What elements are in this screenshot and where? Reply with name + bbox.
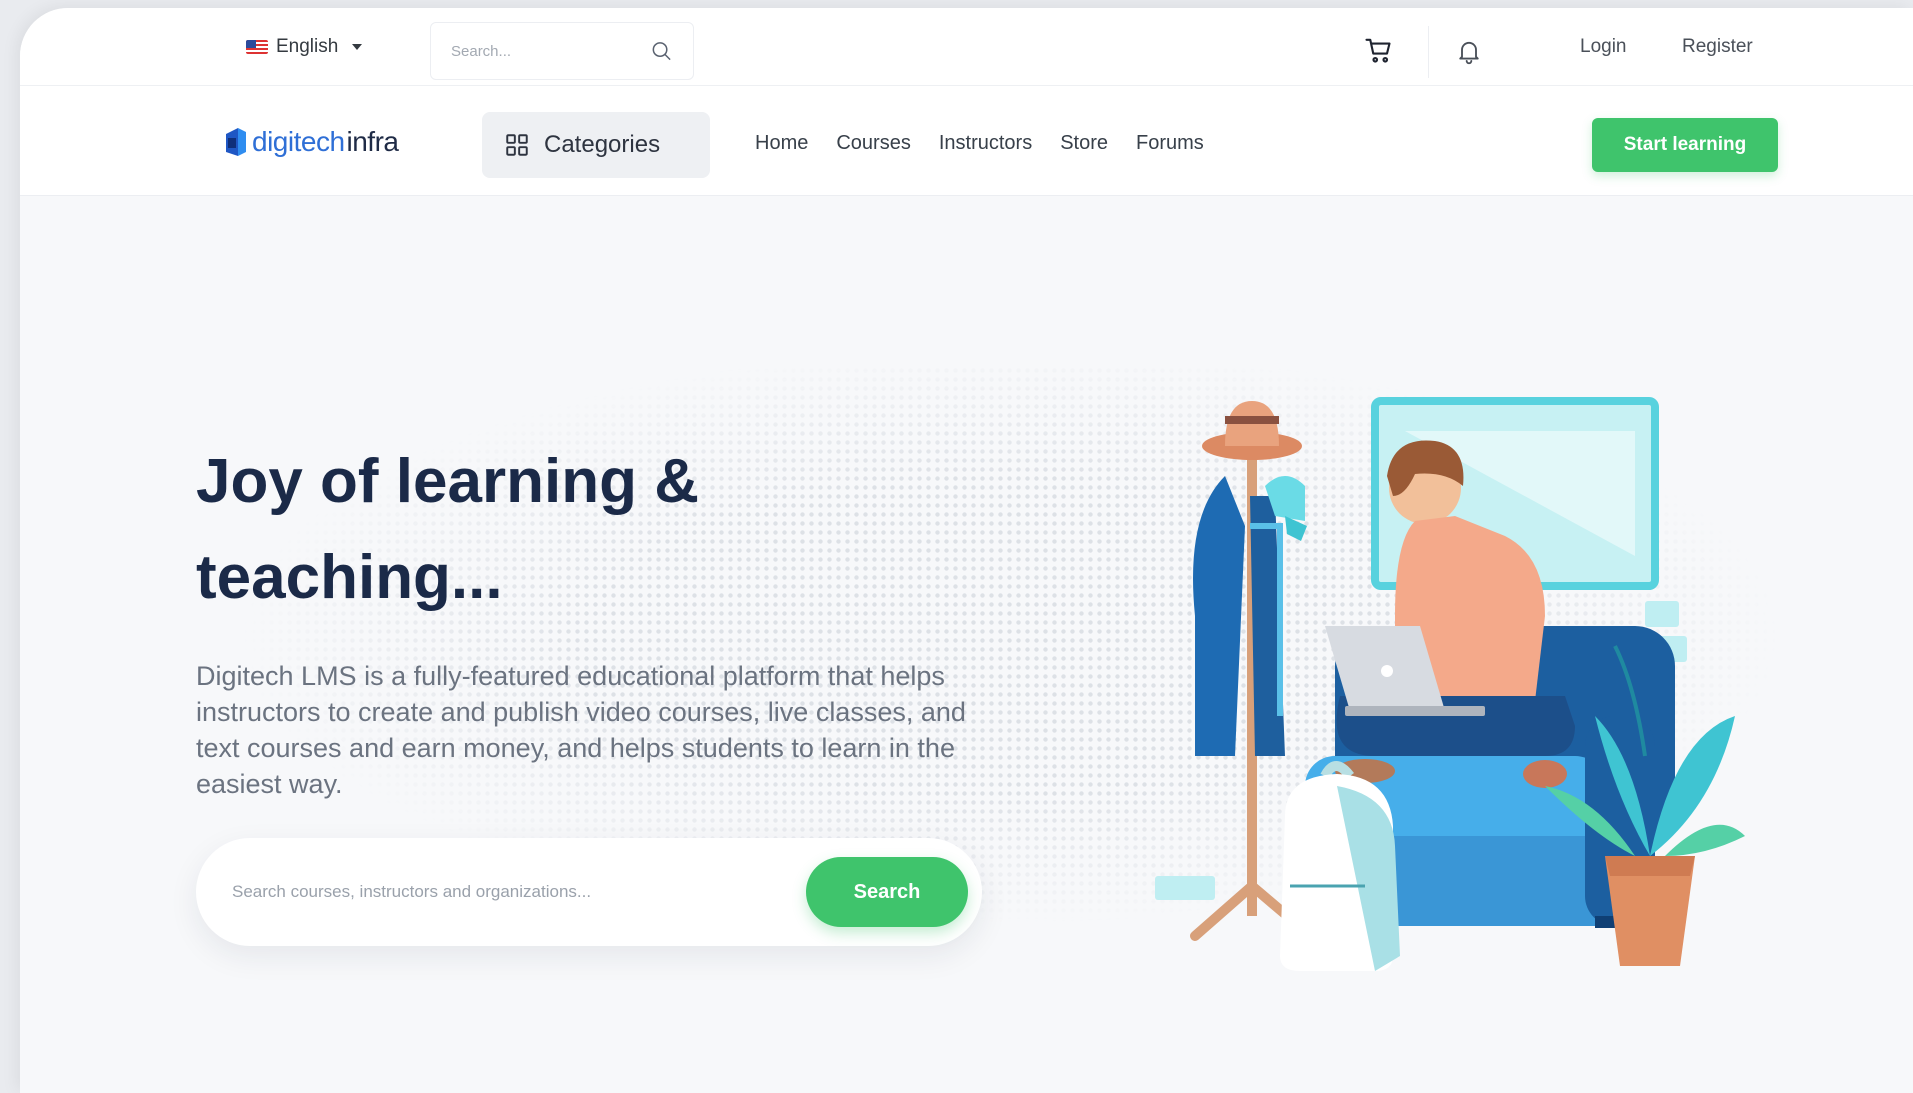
top-bar: English Login Register xyxy=(20,8,1913,86)
nav-home[interactable]: Home xyxy=(755,132,808,155)
search-icon[interactable] xyxy=(650,38,673,64)
site-logo[interactable]: digitech infra xyxy=(222,124,399,160)
categories-label: Categories xyxy=(544,131,661,158)
notifications-button[interactable] xyxy=(1452,34,1486,68)
categories-button[interactable]: Categories xyxy=(482,112,710,178)
start-learning-button[interactable]: Start learning xyxy=(1592,118,1778,172)
logo-text-primary: digitech xyxy=(252,126,345,157)
nav-links: Home Courses Instructors Store Forums xyxy=(755,132,1204,155)
hero-headline: Joy of learning & teaching... xyxy=(196,434,896,626)
hero-search-input[interactable] xyxy=(232,882,806,902)
page-frame: English Login Register xyxy=(20,8,1913,1093)
hero-description: Digitech LMS is a fully-featured educati… xyxy=(196,661,966,799)
register-link[interactable]: Register xyxy=(1682,36,1753,58)
login-link[interactable]: Login xyxy=(1580,36,1627,58)
language-selector[interactable]: English xyxy=(246,36,363,58)
top-search-input[interactable] xyxy=(451,42,650,60)
language-label: English xyxy=(276,36,339,57)
headline-line-1: Joy of learning & xyxy=(196,447,699,516)
cart-button[interactable] xyxy=(1362,34,1396,68)
logo-icon xyxy=(226,128,246,156)
topbar-divider xyxy=(1428,26,1429,78)
nav-instructors[interactable]: Instructors xyxy=(939,132,1032,155)
logo-text-secondary: infra xyxy=(346,126,399,157)
cart-icon xyxy=(1365,38,1391,63)
hero-search-bar: Search xyxy=(196,838,982,946)
grid-icon xyxy=(506,134,528,156)
us-flag-icon xyxy=(246,40,268,54)
nav-store[interactable]: Store xyxy=(1060,132,1108,155)
main-navbar: digitech infra Categories Home Courses In… xyxy=(20,86,1913,196)
chevron-down-icon xyxy=(352,44,363,50)
top-search-box xyxy=(430,22,694,80)
student-illustration xyxy=(1155,397,1745,971)
hero-search-button[interactable]: Search xyxy=(806,857,968,927)
bell-icon xyxy=(1459,41,1479,65)
headline-line-2: teaching... xyxy=(196,543,503,612)
nav-forums[interactable]: Forums xyxy=(1136,132,1204,155)
nav-courses[interactable]: Courses xyxy=(836,132,910,155)
